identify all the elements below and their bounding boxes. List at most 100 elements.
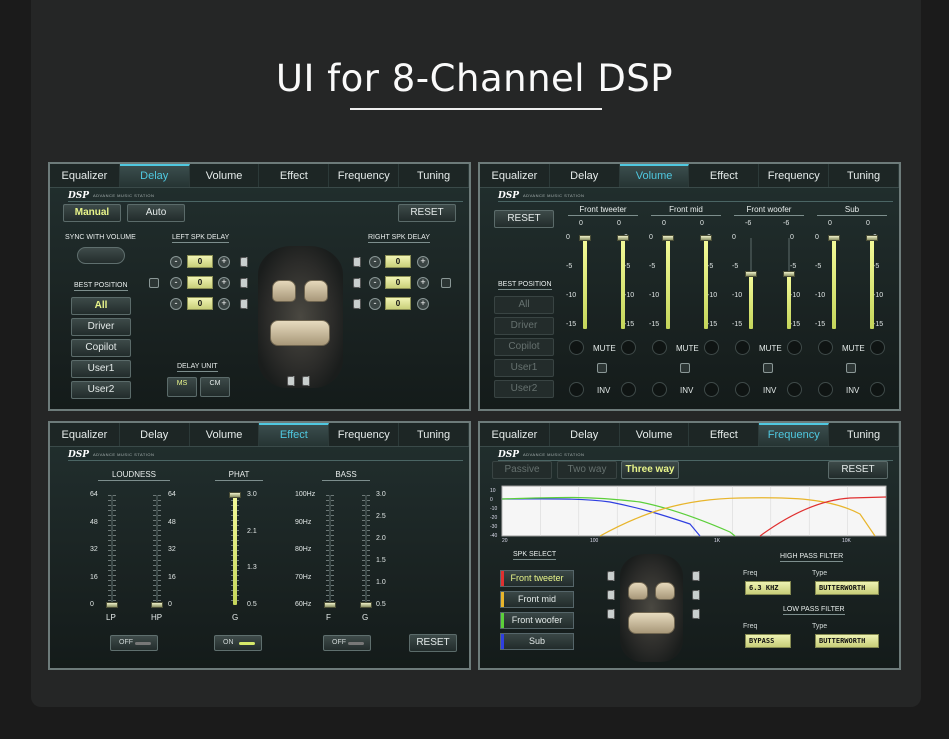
loudness-slider-knob[interactable] <box>106 602 118 608</box>
mute-right-button[interactable] <box>621 340 636 355</box>
tab-frequency[interactable]: Frequency <box>329 423 400 446</box>
position-copilot-button[interactable]: Copilot <box>71 339 131 357</box>
slider-knob[interactable] <box>745 271 757 278</box>
mode-passive-button[interactable]: Passive <box>492 461 552 479</box>
speaker-select-button[interactable]: Front tweeter <box>500 570 574 587</box>
unit-ms-button[interactable]: MS <box>167 377 197 397</box>
phat-toggle[interactable]: ON <box>214 635 262 651</box>
tab-tuning[interactable]: Tuning <box>399 164 469 187</box>
link-icon[interactable] <box>680 363 690 373</box>
inv-left-button[interactable] <box>818 382 833 397</box>
inv-left-button[interactable] <box>652 382 667 397</box>
position-all-button[interactable]: All <box>494 296 554 314</box>
tab-volume[interactable]: Volume <box>190 164 260 187</box>
left-delay-1-minus[interactable]: - <box>170 256 182 268</box>
tab-equalizer[interactable]: Equalizer <box>480 164 550 187</box>
tab-delay[interactable]: Delay <box>119 164 190 187</box>
mute-left-button[interactable] <box>735 340 750 355</box>
slider-knob[interactable] <box>662 235 674 241</box>
manual-button[interactable]: Manual <box>63 204 121 222</box>
hpf-type-value[interactable]: BUTTERWORTH <box>815 581 879 595</box>
loudness-toggle[interactable]: OFF <box>110 635 158 651</box>
unit-cm-button[interactable]: CM <box>200 377 230 397</box>
loudness-slider-knob[interactable] <box>151 602 163 608</box>
tab-volume[interactable]: Volume <box>619 164 690 187</box>
right-delay-3-minus[interactable]: - <box>369 298 381 310</box>
reset-button[interactable]: RESET <box>494 210 554 228</box>
tab-delay[interactable]: Delay <box>550 164 620 187</box>
lpf-type-value[interactable]: BUTTERWORTH <box>815 634 879 648</box>
sync-toggle[interactable] <box>77 247 125 264</box>
mute-right-button[interactable] <box>704 340 719 355</box>
slider-knob[interactable] <box>579 235 591 241</box>
slider-knob[interactable] <box>866 235 878 241</box>
right-delay-2-plus[interactable]: + <box>417 277 429 289</box>
tab-volume[interactable]: Volume <box>620 423 690 446</box>
inv-right-button[interactable] <box>621 382 636 397</box>
right-delay-3-plus[interactable]: + <box>417 298 429 310</box>
left-delay-2-plus[interactable]: + <box>218 277 230 289</box>
tab-frequency[interactable]: Frequency <box>759 423 830 446</box>
mute-right-button[interactable] <box>787 340 802 355</box>
slider-knob[interactable] <box>617 235 629 241</box>
bass-slider-knob[interactable] <box>360 602 372 608</box>
position-user2-button[interactable]: User2 <box>494 380 554 398</box>
bass-toggle[interactable]: OFF <box>323 635 371 651</box>
left-delay-3-plus[interactable]: + <box>218 298 230 310</box>
mute-left-button[interactable] <box>818 340 833 355</box>
position-user1-button[interactable]: User1 <box>71 360 131 378</box>
inv-right-button[interactable] <box>787 382 802 397</box>
slider-knob[interactable] <box>783 271 795 278</box>
right-link-icon[interactable] <box>441 278 451 288</box>
reset-button[interactable]: RESET <box>409 634 457 652</box>
speaker-select-button[interactable]: Front woofer <box>500 612 574 629</box>
reset-button[interactable]: RESET <box>398 204 456 222</box>
tab-delay[interactable]: Delay <box>120 423 190 446</box>
tab-effect[interactable]: Effect <box>689 164 760 187</box>
mute-left-button[interactable] <box>652 340 667 355</box>
position-user1-button[interactable]: User1 <box>494 359 554 377</box>
tab-tuning[interactable]: Tuning <box>829 423 899 446</box>
position-all-button[interactable]: All <box>71 297 131 315</box>
bass-slider-knob[interactable] <box>324 602 336 608</box>
mute-right-button[interactable] <box>870 340 885 355</box>
right-delay-2-minus[interactable]: - <box>369 277 381 289</box>
slider-knob[interactable] <box>828 235 840 241</box>
right-delay-1-plus[interactable]: + <box>417 256 429 268</box>
position-driver-button[interactable]: Driver <box>494 317 554 335</box>
tab-tuning[interactable]: Tuning <box>399 423 469 446</box>
tab-delay[interactable]: Delay <box>550 423 620 446</box>
mode-three-way-button[interactable]: Three way <box>621 461 679 479</box>
tab-effect[interactable]: Effect <box>689 423 760 446</box>
tab-effect[interactable]: Effect <box>259 423 330 446</box>
link-icon[interactable] <box>763 363 773 373</box>
phat-slider-knob[interactable] <box>229 492 241 498</box>
position-copilot-button[interactable]: Copilot <box>494 338 554 356</box>
speaker-select-button[interactable]: Sub <box>500 633 574 650</box>
tab-equalizer[interactable]: Equalizer <box>50 423 120 446</box>
tab-frequency[interactable]: Frequency <box>329 164 400 187</box>
speaker-select-button[interactable]: Front mid <box>500 591 574 608</box>
hpf-freq-value[interactable]: 6.3 KHZ <box>745 581 791 595</box>
tab-frequency[interactable]: Frequency <box>759 164 830 187</box>
left-delay-1-plus[interactable]: + <box>218 256 230 268</box>
inv-right-button[interactable] <box>870 382 885 397</box>
tab-equalizer[interactable]: Equalizer <box>50 164 120 187</box>
inv-right-button[interactable] <box>704 382 719 397</box>
tab-effect[interactable]: Effect <box>259 164 330 187</box>
link-icon[interactable] <box>597 363 607 373</box>
tab-tuning[interactable]: Tuning <box>829 164 899 187</box>
auto-button[interactable]: Auto <box>127 204 185 222</box>
left-delay-2-minus[interactable]: - <box>170 277 182 289</box>
mute-left-button[interactable] <box>569 340 584 355</box>
inv-left-button[interactable] <box>569 382 584 397</box>
right-delay-1-minus[interactable]: - <box>369 256 381 268</box>
tab-volume[interactable]: Volume <box>190 423 260 446</box>
slider-knob[interactable] <box>700 235 712 241</box>
tab-equalizer[interactable]: Equalizer <box>480 423 550 446</box>
left-delay-3-minus[interactable]: - <box>170 298 182 310</box>
link-icon[interactable] <box>846 363 856 373</box>
reset-button[interactable]: RESET <box>828 461 888 479</box>
left-link-icon[interactable] <box>149 278 159 288</box>
lpf-freq-value[interactable]: BYPASS <box>745 634 791 648</box>
